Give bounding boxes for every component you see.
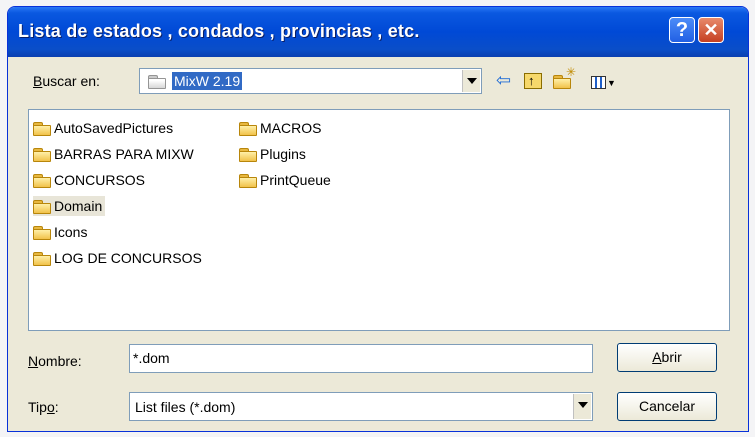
folder-icon <box>239 121 257 136</box>
chevron-down-icon[interactable] <box>462 70 480 92</box>
back-arrow-icon[interactable]: ⇦ <box>496 69 511 91</box>
close-button[interactable]: ✕ <box>698 17 724 43</box>
folder-icon <box>33 199 51 214</box>
help-button[interactable]: ? <box>669 17 695 43</box>
list-item[interactable]: PrintQueue <box>239 170 331 190</box>
lookin-dropdown[interactable]: MixW 2.19 <box>139 68 482 94</box>
up-folder-icon[interactable]: ↑ <box>524 73 542 89</box>
file-list[interactable]: AutoSavedPictures BARRAS PARA MIXW CONCU… <box>28 109 730 331</box>
lookin-label: Buscar en: <box>33 73 100 89</box>
chevron-down-icon[interactable] <box>573 394 591 419</box>
dialog-title: Lista de estados , condados , provincias… <box>18 21 420 41</box>
view-menu-icon[interactable]: ▼ <box>591 72 616 94</box>
new-folder-icon[interactable]: ✳ <box>553 65 576 91</box>
open-file-dialog: Lista de estados , condados , provincias… <box>7 6 749 432</box>
list-item[interactable]: AutoSavedPictures <box>33 118 173 138</box>
list-item[interactable]: MACROS <box>239 118 321 138</box>
folder-icon <box>33 251 51 266</box>
folder-icon <box>33 121 51 136</box>
filetype-label: Tipo: <box>28 399 59 415</box>
folder-icon <box>148 75 166 89</box>
filename-input[interactable]: *.dom <box>129 344 593 373</box>
lookin-value: MixW 2.19 <box>172 72 243 90</box>
list-item[interactable]: Icons <box>33 222 87 242</box>
folder-icon <box>33 147 51 162</box>
title-bar[interactable]: Lista de estados , condados , provincias… <box>8 7 748 57</box>
list-item[interactable]: LOG DE CONCURSOS <box>33 248 202 268</box>
folder-icon <box>239 173 257 188</box>
list-item[interactable]: Plugins <box>239 144 306 164</box>
folder-icon <box>33 173 51 188</box>
filename-label: Nombre: <box>28 353 82 369</box>
filetype-dropdown[interactable]: List files (*.dom) <box>129 392 593 421</box>
folder-icon <box>239 147 257 162</box>
cancel-button[interactable]: Cancelar <box>617 392 717 421</box>
list-item[interactable]: CONCURSOS <box>33 170 145 190</box>
list-item-selected[interactable]: Domain <box>33 196 106 216</box>
list-item[interactable]: BARRAS PARA MIXW <box>33 144 194 164</box>
open-button[interactable]: Abrir <box>617 343 717 372</box>
folder-icon <box>33 225 51 240</box>
